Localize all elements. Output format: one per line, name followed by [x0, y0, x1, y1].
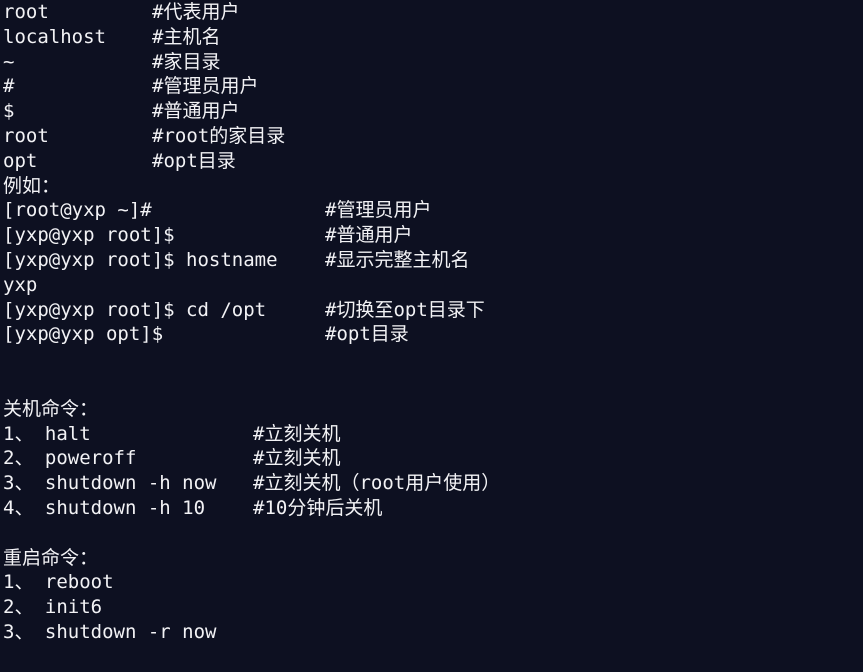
terminal-line-comment: #root的家目录: [152, 124, 286, 147]
terminal-line: 2、 init6: [0, 595, 863, 620]
terminal-line-command: $: [3, 100, 15, 123]
terminal-line-command: [yxp@yxp root]$: [3, 224, 175, 247]
terminal-line: 例如：: [0, 174, 863, 199]
terminal-line-command: [yxp@yxp root]$ cd /opt: [3, 298, 267, 321]
terminal-line-command: 关机命令：: [3, 397, 99, 420]
terminal-line-comment: #代表用户: [152, 1, 240, 23]
terminal-line: root #代表用户: [0, 0, 863, 25]
terminal-line-comment: #主机名: [152, 25, 221, 48]
terminal-line-command: [yxp@yxp root]$ hostname: [3, 248, 278, 271]
terminal-line-comment: #opt目录: [325, 323, 409, 346]
terminal-line-comment: #opt目录: [152, 149, 236, 172]
terminal-line: 1、 halt #立刻关机: [0, 422, 863, 447]
terminal-line-comment: #管理员用户: [152, 75, 259, 98]
terminal-line-command: [root@yxp ~]#: [3, 199, 152, 222]
terminal-line: $ #普通用户: [0, 99, 863, 124]
terminal-line-command: localhost: [3, 25, 106, 48]
terminal-line-command: 4、 shutdown -h 10: [3, 496, 206, 519]
terminal-line-command: 3、 shutdown -h now: [3, 472, 217, 495]
terminal-line: [yxp@yxp opt]$ #opt目录: [0, 322, 863, 347]
terminal-line-command: root: [3, 124, 49, 147]
terminal-line-command: 例如：: [3, 174, 61, 197]
terminal-line-comment: #普通用户: [325, 224, 413, 247]
terminal-line: # #管理员用户: [0, 74, 863, 99]
terminal-line-comment: #切换至opt目录下: [325, 298, 485, 321]
terminal-line-comment: #立刻关机: [253, 447, 341, 470]
terminal-line: [root@yxp ~]# #管理员用户: [0, 198, 863, 223]
terminal-line: 3、 shutdown -h now #立刻关机（root用户使用）: [0, 471, 863, 496]
terminal-line-command: #: [3, 75, 15, 98]
terminal-line-command: yxp: [3, 273, 38, 296]
terminal-line-command: 重启命令：: [3, 546, 99, 569]
terminal-line-comment: #立刻关机: [253, 422, 341, 445]
terminal-line: [yxp@yxp root]$ #普通用户: [0, 223, 863, 248]
terminal-line: 3、 shutdown -r now: [0, 620, 863, 645]
terminal-line: [yxp@yxp root]$ cd /opt #切换至opt目录下: [0, 298, 863, 323]
terminal-line: opt #opt目录: [0, 149, 863, 174]
terminal-line-comment: #家目录: [152, 50, 221, 73]
terminal-line-command: 3、 shutdown -r now: [3, 620, 217, 643]
terminal-line-comment: #10分钟后关机: [253, 496, 383, 519]
terminal-line-comment: #显示完整主机名: [325, 248, 470, 271]
terminal-line: 2、 poweroff #立刻关机: [0, 446, 863, 471]
terminal-line-command: 2、 poweroff: [3, 447, 137, 470]
terminal-line-command: 1、 halt: [3, 422, 91, 445]
terminal-line: 重启命令：: [0, 546, 863, 571]
terminal-line-command: [yxp@yxp opt]$: [3, 323, 164, 346]
terminal-line-command: 2、 init6: [3, 596, 103, 619]
terminal-line-command: opt: [3, 149, 38, 172]
terminal-output-area[interactable]: root #代表用户 localhost #主机名 ~ #家目录 # #管理员用户 $ #普通用户…: [0, 0, 863, 672]
terminal-line-comment: #立刻关机（root用户使用）: [253, 472, 501, 495]
terminal-line: localhost #主机名: [0, 25, 863, 50]
terminal-line: ~ #家目录: [0, 50, 863, 75]
terminal-line: 关机命令：: [0, 397, 863, 422]
terminal-line-command: 1、 reboot: [3, 571, 114, 594]
terminal-line: root #root的家目录: [0, 124, 863, 149]
terminal-line-comment: #普通用户: [152, 100, 240, 123]
terminal-line: 1、 reboot: [0, 570, 863, 595]
terminal-line-comment: #管理员用户: [325, 199, 432, 222]
terminal-line: [yxp@yxp root]$ hostname #显示完整主机名: [0, 248, 863, 273]
terminal-line: yxp: [0, 273, 863, 298]
terminal-line-command: ~: [3, 50, 15, 73]
terminal-line: 4、 shutdown -h 10 #10分钟后关机: [0, 496, 863, 521]
terminal-line-command: root: [3, 1, 49, 23]
